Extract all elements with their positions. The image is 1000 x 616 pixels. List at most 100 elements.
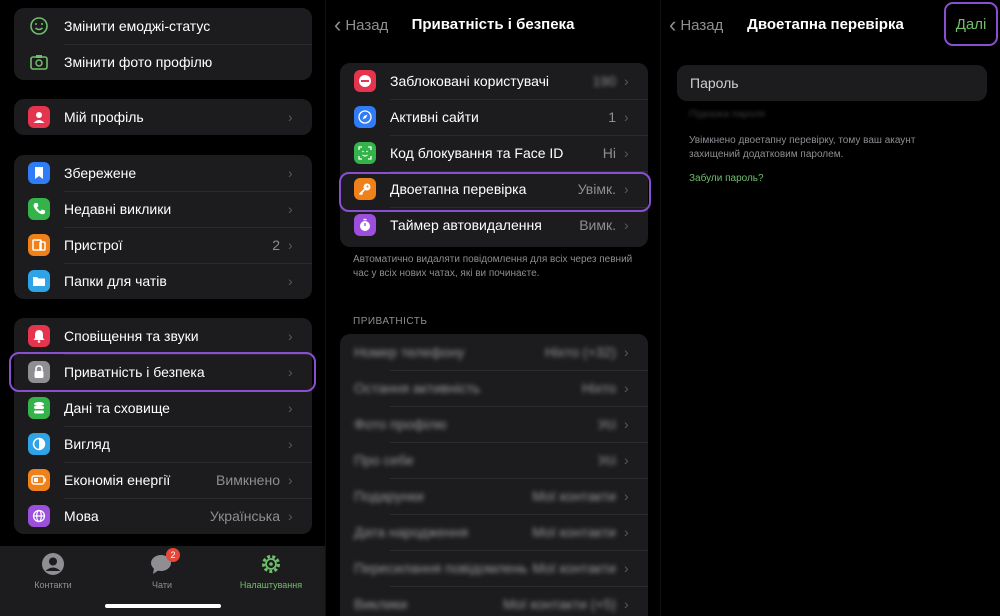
- gear-icon: [259, 552, 283, 576]
- phone-number-value: Ніхто (+32): [544, 344, 616, 360]
- camera-icon: [28, 51, 50, 73]
- devices-row[interactable]: Пристрої 2 ›: [14, 227, 312, 263]
- bookmark-icon: [28, 162, 50, 184]
- contacts-icon: [41, 552, 65, 576]
- recent-calls-row[interactable]: Недавні виклики ›: [14, 191, 312, 227]
- language-row[interactable]: Мова Українська ›: [14, 498, 312, 534]
- tab-settings-label: Налаштування: [239, 580, 303, 590]
- recent-calls-label: Недавні виклики: [64, 201, 172, 217]
- profile-photo-row[interactable]: Фото профілю Усі ›: [340, 406, 648, 442]
- two-step-verification-row[interactable]: Двоетапна перевірка Увімк. ›: [340, 171, 648, 207]
- last-seen-row[interactable]: Остання активність Ніхто ›: [340, 370, 648, 406]
- folder-icon: [28, 270, 50, 292]
- chevron-right-icon: ›: [288, 472, 293, 488]
- saved-messages-row[interactable]: Збережене ›: [14, 155, 312, 191]
- data-storage-row[interactable]: Дані та сховище ›: [14, 390, 312, 426]
- devices-icon: [28, 234, 50, 256]
- language-label: Мова: [64, 508, 99, 524]
- blocked-users-count: 190: [592, 73, 616, 89]
- data-storage-label: Дані та сховище: [64, 400, 170, 416]
- two-step-verification-screen: ‹ Назад Двоетапна перевірка Далі Пароль …: [660, 0, 1000, 616]
- two-step-description: Увімкнено двоетапну перевірку, тому ваш …: [689, 135, 916, 160]
- chevron-right-icon: ›: [288, 273, 293, 289]
- forgot-password-link[interactable]: Забули пароль?: [689, 173, 764, 184]
- forwarded-messages-label: Пересилання повідомлень: [354, 560, 528, 576]
- forwarded-messages-row[interactable]: Пересилання повідомлень Мої контакти ›: [340, 550, 648, 586]
- chevron-right-icon: ›: [624, 596, 629, 612]
- chats-icon: 2: [150, 548, 180, 576]
- chevron-right-icon: ›: [624, 416, 629, 432]
- privacy-security-row[interactable]: Приватність і безпека ›: [14, 354, 312, 390]
- auto-delete-caption: Автоматично видаляти повідомлення для вс…: [353, 254, 633, 279]
- chevron-right-icon: ›: [624, 344, 629, 360]
- next-label: Далі: [955, 15, 987, 33]
- last-seen-label: Остання активність: [354, 380, 481, 396]
- privacy-section-header: ПРИВАТНІСТЬ: [353, 316, 428, 327]
- notifications-row[interactable]: Сповіщення та звуки ›: [14, 318, 312, 354]
- chevron-right-icon: ›: [624, 217, 629, 233]
- calls-value: Мої контакти (+5): [503, 596, 616, 612]
- chevron-right-icon: ›: [624, 109, 629, 125]
- forwarded-messages-value: Мої контакти: [532, 560, 616, 576]
- appearance-row[interactable]: Вигляд ›: [14, 426, 312, 462]
- bio-value: Усі: [597, 452, 616, 468]
- phone-number-row[interactable]: Номер телефону Ніхто (+32) ›: [340, 334, 648, 370]
- key-icon: [354, 178, 376, 200]
- profile-photo-label: Фото профілю: [354, 416, 447, 432]
- calls-row[interactable]: Виклики Мої контакти (+5) ›: [340, 586, 648, 616]
- devices-label: Пристрої: [64, 237, 123, 253]
- change-emoji-status-label: Змінити емоджі-статус: [64, 18, 211, 34]
- profile-actions-group: Змінити емоджі-статус Змінити фото профі…: [14, 8, 312, 80]
- chevron-right-icon: ›: [288, 436, 293, 452]
- password-hint-field[interactable]: Підказка пароля: [689, 109, 765, 120]
- chevron-right-icon: ›: [624, 73, 629, 89]
- my-profile-row[interactable]: Мій профіль ›: [14, 99, 312, 135]
- auto-delete-timer-row[interactable]: Таймер автовидалення Вимк. ›: [340, 207, 648, 243]
- chat-folders-row[interactable]: Папки для чатів ›: [14, 263, 312, 299]
- blocked-users-label: Заблоковані користувачі: [390, 73, 550, 89]
- password-group: Пароль: [677, 65, 987, 101]
- privacy-security-screen: ‹ Назад Приватність і безпека Заблокован…: [325, 0, 660, 616]
- next-button[interactable]: Далі: [944, 2, 998, 46]
- blocked-users-row[interactable]: Заблоковані користувачі 190 ›: [340, 63, 648, 99]
- birthday-row[interactable]: Дата народження Мої контакти ›: [340, 514, 648, 550]
- chats-badge: 2: [166, 548, 180, 562]
- tab-chats[interactable]: 2 Чати: [117, 548, 207, 590]
- chevron-right-icon: ›: [624, 145, 629, 161]
- gifts-row[interactable]: Подарунки Мої контакти ›: [340, 478, 648, 514]
- notifications-label: Сповіщення та звуки: [64, 328, 199, 344]
- chevron-right-icon: ›: [624, 181, 629, 197]
- passcode-faceid-row[interactable]: Код блокування та Face ID Ні ›: [340, 135, 648, 171]
- gifts-value: Мої контакти: [532, 488, 616, 504]
- power-saving-label: Економія енергії: [64, 472, 171, 488]
- bio-row[interactable]: Про себе Усі ›: [340, 442, 648, 478]
- battery-icon: [28, 469, 50, 491]
- devices-count: 2: [272, 237, 280, 253]
- tab-settings[interactable]: Налаштування: [226, 552, 316, 590]
- phone-icon: [28, 198, 50, 220]
- change-emoji-status-button[interactable]: Змінити емоджі-статус: [14, 8, 312, 44]
- bio-label: Про себе: [354, 452, 414, 468]
- privacy-security-label: Приватність і безпека: [64, 364, 205, 380]
- nav-bar: ‹ Назад Приватність і безпека: [326, 0, 660, 50]
- birthday-value: Мої контакти: [532, 524, 616, 540]
- block-icon: [354, 70, 376, 92]
- chevron-right-icon: ›: [624, 452, 629, 468]
- change-profile-photo-button[interactable]: Змінити фото профілю: [14, 44, 312, 80]
- chevron-right-icon: ›: [288, 109, 293, 125]
- tab-contacts[interactable]: Контакти: [8, 552, 98, 590]
- chevron-right-icon: ›: [288, 400, 293, 416]
- settings-group: Сповіщення та звуки › Приватність і безп…: [14, 318, 312, 534]
- database-icon: [28, 397, 50, 419]
- profile-photo-value: Усі: [597, 416, 616, 432]
- password-input[interactable]: Пароль: [677, 65, 987, 101]
- chevron-right-icon: ›: [288, 237, 293, 253]
- active-sites-row[interactable]: Активні сайти 1 ›: [340, 99, 648, 135]
- general-group: Збережене › Недавні виклики › Пристрої 2…: [14, 155, 312, 299]
- chevron-right-icon: ›: [288, 165, 293, 181]
- chevron-right-icon: ›: [624, 524, 629, 540]
- power-saving-row[interactable]: Економія енергії Вимкнено ›: [14, 462, 312, 498]
- passcode-faceid-value: Ні: [602, 145, 616, 161]
- globe-icon: [28, 505, 50, 527]
- active-sites-label: Активні сайти: [390, 109, 479, 125]
